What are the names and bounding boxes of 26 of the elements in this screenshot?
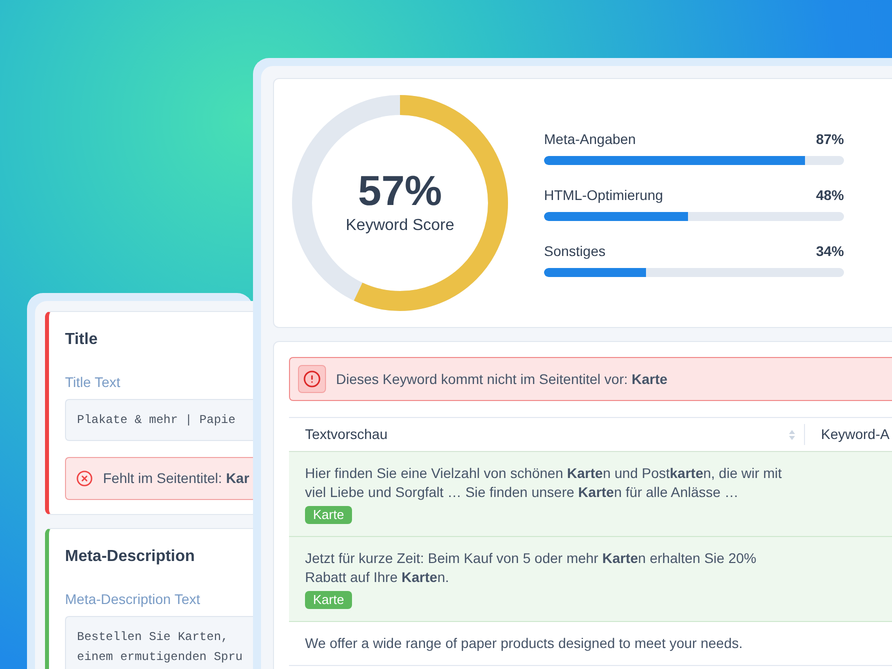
column-header[interactable]: Textvorschau [289,424,805,445]
input-field[interactable]: Plakate & mehr | Papie [65,399,253,441]
category-percent: 34% [816,242,844,261]
column-header[interactable]: Keyword-A [805,424,890,445]
alert-icon [298,365,326,393]
category-name: Sonstiges [544,242,606,261]
category-name: Meta-Angaben [544,130,636,149]
category-percent: 87% [816,130,844,149]
preview-text: We offer a wide range of paper products designed to meet your needs. [305,635,743,651]
score-label: Keyword Score [346,216,454,236]
error-icon [76,470,93,487]
section-title: Title [65,330,99,350]
category-name: HTML-Optimierung [544,186,664,205]
category-percent: 48% [816,186,844,205]
field-label: Meta-Description Text [65,590,202,609]
keyword-tag: Karte [305,591,352,609]
preview-text: Jetzt für kurze Zeit: Beim Kauf von 5 oder mehr Karten erhalten Sie 20% Rabatt auf Ihre Karten. [305,550,756,585]
score-value: 57% [358,168,442,214]
sort-icon [788,428,796,440]
keyword-tag: Karte [305,506,352,524]
error-text: Fehlt im Seitentitel: Kar [103,469,250,488]
preview-text: Hier finden Sie eine Vielzahl von schönen Karten und Postkarten, die wir mit viel Liebe und Sorgfalt … Sie finden unsere Karten für alle Anlässe … [305,465,782,500]
section-title: Meta-Description [65,547,196,567]
field-label: Title Text [65,373,122,392]
alert-text: Dieses Keyword kommt nicht im Seitentitel vor: Karte [336,370,668,389]
input-field[interactable]: Bestellen Sie Karten, einem ermutigenden Spru [65,616,253,669]
